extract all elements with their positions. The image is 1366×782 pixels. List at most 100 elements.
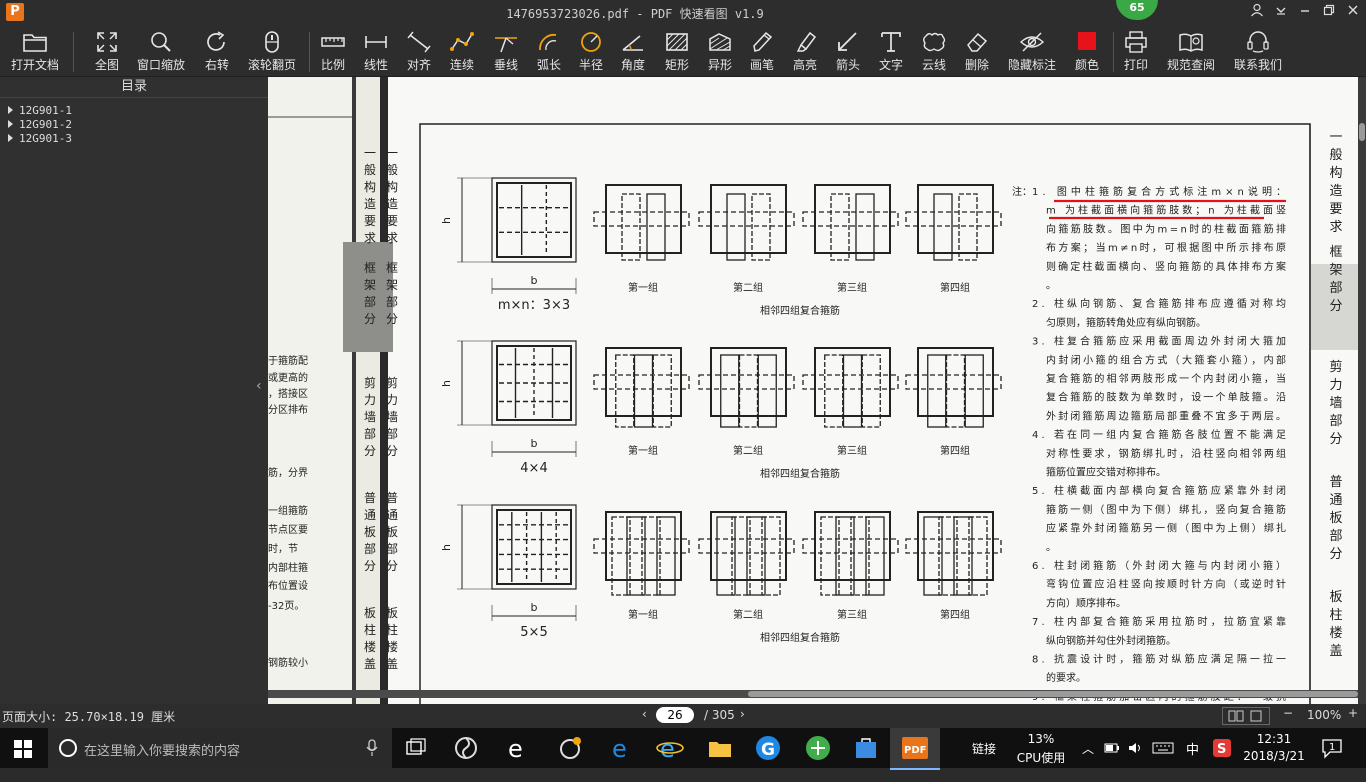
print-button[interactable]: 打印 — [1119, 26, 1153, 74]
task-view-icon[interactable] — [402, 734, 430, 762]
inner-tab: 剪力墙部分 — [386, 375, 398, 458]
polygon-area-button[interactable]: 异形 — [702, 26, 738, 74]
dim-b-label: b — [531, 437, 538, 450]
svg-text:分: 分 — [364, 559, 376, 573]
text-button[interactable]: 文字 — [874, 26, 908, 74]
arrow-button[interactable]: 箭头 — [831, 26, 865, 74]
clock[interactable]: 12:31 2018/3/21 — [1240, 728, 1308, 768]
scroll-thumb[interactable] — [1359, 123, 1365, 141]
scale-button[interactable]: 比例 — [316, 26, 350, 74]
eraser-icon — [967, 32, 988, 52]
svg-text:要: 要 — [1329, 202, 1342, 217]
svg-text:求: 求 — [1329, 220, 1342, 235]
row-caption: 相邻四组复合箍筋 — [760, 631, 840, 644]
svg-text:构: 构 — [1329, 166, 1342, 181]
svg-text:造: 造 — [1329, 184, 1342, 199]
svg-text:构: 构 — [386, 179, 398, 194]
align-measure-button[interactable]: 对齐 — [402, 26, 436, 74]
minimize-button[interactable] — [1294, 3, 1316, 21]
wheel-paging-button[interactable]: 滚轮翻页 — [244, 26, 300, 74]
open-document-button[interactable]: 打开文档 — [6, 26, 64, 74]
pencil-button[interactable]: 画笔 — [745, 26, 779, 74]
file-explorer-icon[interactable] — [706, 734, 734, 762]
fit-page-button[interactable]: 全图 — [86, 26, 128, 74]
svg-text:分: 分 — [1329, 547, 1342, 562]
edge-browser-icon[interactable]: e — [608, 734, 636, 763]
dim-h-label: h — [440, 380, 453, 387]
pdf-viewer-task[interactable]: PDF — [890, 728, 940, 770]
scroll-thumb[interactable] — [748, 691, 1358, 697]
svg-text:部: 部 — [1329, 529, 1342, 544]
continuous-measure-icon — [450, 32, 474, 51]
outline-item[interactable]: 12G901-1 — [0, 104, 268, 118]
perpendicular-button[interactable]: 垂线 — [488, 26, 524, 74]
close-button[interactable] — [1342, 3, 1364, 21]
horizontal-scrollbar[interactable] — [268, 690, 1358, 698]
zoom-in-icon[interactable]: + — [1348, 706, 1358, 720]
outline-item[interactable]: 12G901-3 — [0, 132, 268, 146]
highlighter-icon — [796, 31, 817, 52]
svg-text:造: 造 — [386, 197, 398, 211]
svg-text:求: 求 — [386, 231, 398, 245]
zoom-out-icon[interactable]: − — [1283, 706, 1293, 720]
expand-arrow-icon[interactable] — [8, 134, 13, 142]
keyboard-icon[interactable] — [1152, 742, 1174, 782]
spec-lookup-button[interactable]: 规范查阅 — [1163, 26, 1219, 74]
store-bag-icon[interactable] — [852, 734, 880, 762]
ie-blue-icon[interactable]: e — [656, 734, 684, 763]
windows-taskbar: 在这里输入你要搜索的内容 e e e G PDF 链接 13% CPU使用 ︿ … — [0, 728, 1366, 770]
page-size-label: 页面大小: 25.70×18.19 厘米 — [2, 710, 176, 724]
notification-center-icon[interactable]: 1 — [1320, 736, 1344, 776]
radius-button[interactable]: 半径 — [574, 26, 608, 74]
prev-page-icon[interactable]: ‹ — [642, 707, 647, 721]
svg-text:框: 框 — [386, 261, 398, 275]
left-margin-tab: 普通板部分 — [364, 491, 376, 573]
margin-text-fragment: 或更高的 — [268, 371, 308, 384]
green-app-icon[interactable] — [804, 734, 832, 762]
battery-icon[interactable] — [1104, 742, 1120, 782]
window-zoom-button[interactable]: 窗口缩放 — [134, 26, 188, 74]
svg-text:墙: 墙 — [386, 410, 398, 424]
contact-us-button[interactable]: 联系我们 — [1230, 26, 1286, 74]
tray-expand-icon[interactable]: ︿ — [1082, 740, 1094, 780]
view-mode-toggle[interactable] — [1222, 707, 1270, 725]
polygon-area-icon — [709, 33, 731, 51]
taskbar-search-box[interactable]: 在这里输入你要搜索的内容 — [48, 728, 392, 768]
menu-dropdown-icon[interactable] — [1270, 3, 1292, 21]
color-button[interactable]: 颜色 — [1070, 26, 1104, 74]
delete-button[interactable]: 删除 — [960, 26, 994, 74]
linear-measure-button[interactable]: 线性 — [358, 26, 394, 74]
cpu-usage-widget[interactable]: 13% CPU使用 — [1014, 728, 1068, 768]
ie-browser-icon[interactable]: e — [504, 734, 532, 763]
document-viewer[interactable]: 一般构造要求框架部分剪力墙部分普通板部分板柱楼盖一般构造要求框架部分剪力墙部分普… — [268, 77, 1358, 704]
highlighter-button[interactable]: 高亮 — [788, 26, 822, 74]
zoom-level[interactable]: 100% — [1307, 708, 1341, 722]
expand-arrow-icon[interactable] — [8, 106, 13, 114]
windows-start-icon[interactable] — [14, 740, 32, 762]
collapse-sidebar-icon[interactable]: ‹ — [256, 378, 268, 398]
sogou-ime-icon[interactable]: S — [1212, 738, 1232, 778]
rectangle-area-button[interactable]: 矩形 — [659, 26, 695, 74]
vertical-scrollbar[interactable] — [1358, 77, 1366, 704]
chat-app-icon[interactable] — [556, 734, 584, 762]
rotate-right-button[interactable]: 右转 — [197, 26, 237, 74]
pdf-app-icon: PDF — [902, 737, 928, 759]
outline-item[interactable]: 12G901-2 — [0, 118, 268, 132]
svg-text:1: 1 — [1329, 742, 1335, 753]
fan-app-icon[interactable] — [452, 734, 480, 762]
page-number-input[interactable]: 26 — [656, 707, 694, 723]
arc-length-button[interactable]: 弧长 — [531, 26, 567, 74]
svg-text:e: e — [612, 735, 627, 762]
next-page-icon[interactable]: › — [740, 707, 745, 721]
svg-text:一: 一 — [364, 146, 376, 160]
restore-button[interactable] — [1318, 3, 1340, 21]
volume-icon[interactable] — [1128, 742, 1144, 782]
hide-annotations-button[interactable]: 隐藏标注 — [1002, 26, 1062, 74]
continuous-measure-button[interactable]: 连续 — [444, 26, 480, 74]
microphone-icon[interactable] — [366, 739, 378, 757]
user-icon[interactable] — [1246, 3, 1268, 21]
cloud-line-button[interactable]: 云线 — [917, 26, 951, 74]
expand-arrow-icon[interactable] — [8, 120, 13, 128]
browser-g-icon[interactable]: G — [754, 734, 782, 762]
angle-button[interactable]: 角度 — [616, 26, 650, 74]
